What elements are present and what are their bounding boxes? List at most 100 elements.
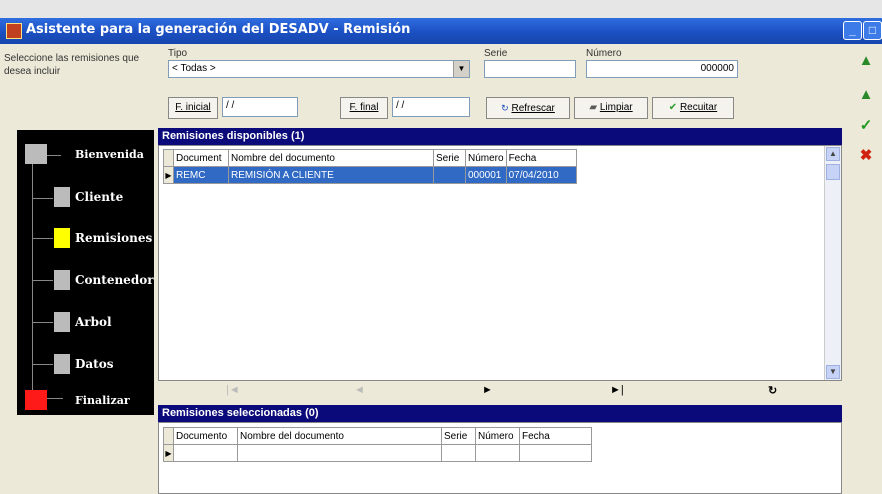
step-connector xyxy=(33,280,53,281)
selected-grid-header: Remisiones seleccionadas (0) xyxy=(158,405,842,422)
tipo-select[interactable]: < Todas > ▼ xyxy=(168,60,470,78)
accept-check-icon[interactable]: ✓ xyxy=(856,116,876,134)
selected-table: Documento Nombre del documento Serie Núm… xyxy=(163,427,592,462)
refrescar-label: Refrescar xyxy=(511,103,555,114)
vertical-scrollbar[interactable]: ▲ ▼ xyxy=(824,146,841,380)
step-arbol[interactable]: Arbol xyxy=(75,315,112,329)
fecha-final-label: F. final xyxy=(349,102,379,113)
recuitar-button[interactable]: ✔ Recuitar xyxy=(652,97,734,119)
col-nombre[interactable]: Nombre del documento xyxy=(228,149,434,167)
background-strip xyxy=(0,0,882,18)
fecha-final-input[interactable]: / / xyxy=(392,97,470,117)
col-documento[interactable]: Document xyxy=(173,149,229,167)
wizard-steps-panel: Bienvenida Cliente Remisiones Contenedor… xyxy=(17,130,154,415)
step-box-datos xyxy=(54,354,70,374)
row-indicator-header xyxy=(163,149,174,167)
step-box-finalizar xyxy=(25,390,47,410)
step-box-arbol xyxy=(54,312,70,332)
cell-serie[interactable] xyxy=(433,166,466,184)
row-pointer-icon: ▶ xyxy=(163,166,174,184)
move-top-icon[interactable]: ▲ xyxy=(856,52,876,69)
table-row[interactable]: ▶ xyxy=(163,444,592,462)
col-numero[interactable]: Número xyxy=(465,149,507,167)
step-connector xyxy=(33,364,53,365)
cell-empty[interactable] xyxy=(441,444,476,462)
step-box-remisiones xyxy=(54,228,70,248)
last-record-icon[interactable]: ►| xyxy=(610,384,624,396)
cell-empty[interactable] xyxy=(173,444,238,462)
selected-grid[interactable]: Documento Nombre del documento Serie Núm… xyxy=(158,422,842,494)
window-titlebar: Asistente para la generación del DESADV … xyxy=(0,18,882,44)
refresh-icon: ↻ xyxy=(501,103,509,113)
instructions-text: Seleccione las remisiones que desea incl… xyxy=(4,53,140,77)
record-navigator: |◄ ◄ ► ►| ↻ xyxy=(158,381,842,402)
cell-nombre[interactable]: REMISIÓN A CLIENTE xyxy=(228,166,434,184)
step-remisiones[interactable]: Remisiones xyxy=(75,231,152,245)
maximize-button[interactable]: □ xyxy=(863,21,882,40)
serie-label: Serie xyxy=(484,48,508,59)
recuitar-label: Recuitar xyxy=(679,102,718,113)
minimize-icon: _ xyxy=(849,23,856,37)
col-serie[interactable]: Serie xyxy=(433,149,466,167)
fecha-final-button[interactable]: F. final xyxy=(340,97,388,119)
step-box-contenedor xyxy=(54,270,70,290)
col-nombre[interactable]: Nombre del documento xyxy=(237,427,442,445)
window-title: Asistente para la generación del DESADV … xyxy=(26,22,411,37)
col-fecha[interactable]: Fecha xyxy=(505,149,577,167)
step-contenedor[interactable]: Contenedor xyxy=(75,273,154,287)
fecha-inicial-input[interactable]: / / xyxy=(222,97,298,117)
first-record-icon[interactable]: |◄ xyxy=(226,384,240,396)
check-icon: ✔ xyxy=(668,102,678,113)
tipo-label: Tipo xyxy=(168,48,188,59)
available-table: Document Nombre del documento Serie Núme… xyxy=(163,149,577,184)
cell-documento[interactable]: REMC xyxy=(173,166,229,184)
numero-input[interactable]: 000000 xyxy=(586,60,738,78)
col-fecha[interactable]: Fecha xyxy=(519,427,592,445)
limpiar-label: Limpiar xyxy=(599,102,633,113)
app-icon xyxy=(6,23,22,39)
col-numero[interactable]: Número xyxy=(475,427,520,445)
fecha-inicial-button[interactable]: F. inicial xyxy=(168,97,218,119)
available-header-row: Document Nombre del documento Serie Núme… xyxy=(163,149,577,167)
scroll-up-icon[interactable]: ▲ xyxy=(826,147,840,161)
step-box-bienvenida xyxy=(25,144,47,164)
refrescar-button[interactable]: ↻ Refrescar xyxy=(486,97,570,119)
chevron-down-icon[interactable]: ▼ xyxy=(453,61,469,77)
cell-empty[interactable] xyxy=(237,444,442,462)
tipo-select-value: < Todas > xyxy=(172,63,216,74)
eraser-icon: ▰ xyxy=(589,102,598,113)
step-connector xyxy=(33,322,53,323)
step-cliente[interactable]: Cliente xyxy=(75,190,123,204)
available-grid[interactable]: Document Nombre del documento Serie Núme… xyxy=(158,145,842,381)
cancel-x-icon[interactable]: ✖ xyxy=(856,146,876,164)
cell-empty[interactable] xyxy=(519,444,592,462)
step-datos[interactable]: Datos xyxy=(75,357,113,371)
next-record-icon[interactable]: ► xyxy=(482,384,493,396)
serie-input[interactable] xyxy=(484,60,576,78)
step-finalizar[interactable]: Finalizar xyxy=(75,394,130,407)
fecha-inicial-label: F. inicial xyxy=(175,102,211,113)
row-pointer-icon: ▶ xyxy=(163,444,174,462)
prev-record-icon[interactable]: ◄ xyxy=(354,384,365,396)
scroll-down-icon[interactable]: ▼ xyxy=(826,365,840,379)
col-documento[interactable]: Documento xyxy=(173,427,238,445)
numero-label: Número xyxy=(586,48,622,59)
table-row[interactable]: ▶ REMC REMISIÓN A CLIENTE 000001 07/04/2… xyxy=(163,166,577,184)
step-bienvenida[interactable]: Bienvenida xyxy=(75,148,144,161)
step-connector xyxy=(33,198,53,199)
row-indicator-header xyxy=(163,427,174,445)
move-up-icon[interactable]: ▲ xyxy=(856,86,876,103)
scroll-thumb[interactable] xyxy=(826,164,840,180)
cell-numero[interactable]: 000001 xyxy=(465,166,507,184)
cell-empty[interactable] xyxy=(475,444,520,462)
refresh-records-icon[interactable]: ↻ xyxy=(768,384,777,397)
step-box-cliente xyxy=(54,187,70,207)
maximize-icon: □ xyxy=(868,23,877,37)
cell-fecha[interactable]: 07/04/2010 xyxy=(505,166,577,184)
col-serie[interactable]: Serie xyxy=(441,427,476,445)
step-connector xyxy=(33,238,53,239)
minimize-button[interactable]: _ xyxy=(843,21,862,40)
limpiar-button[interactable]: ▰ Limpiar xyxy=(574,97,648,119)
available-grid-header: Remisiones disponibles (1) xyxy=(158,128,842,145)
selected-header-row: Documento Nombre del documento Serie Núm… xyxy=(163,427,592,445)
